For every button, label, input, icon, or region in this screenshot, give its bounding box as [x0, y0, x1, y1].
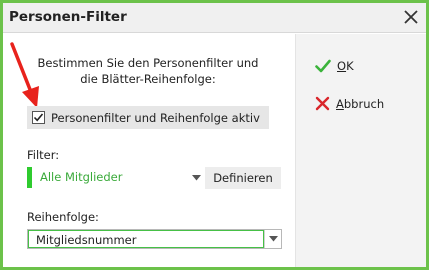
title-bar: Personen-Filter [3, 3, 426, 33]
cross-icon [315, 96, 330, 111]
checkmark-icon [315, 59, 331, 73]
instruction-text: Bestimmen Sie den Personenfilter und die… [33, 55, 263, 87]
define-button[interactable]: Definieren [205, 167, 281, 189]
checkmark-icon [33, 113, 44, 122]
personen-filter-dialog: Personen-Filter Bestimmen Sie den Person… [0, 0, 429, 270]
order-select[interactable]: Mitgliedsnummer [27, 229, 282, 249]
dialog-title: Personen-Filter [9, 9, 127, 25]
active-checkbox-label: Personenfilter und Reihenfolge aktiv [51, 110, 260, 125]
instruction-line-1: Bestimmen Sie den Personenfilter und [37, 56, 259, 70]
active-checkbox[interactable] [32, 111, 45, 124]
chevron-down-icon [268, 236, 278, 242]
main-panel: Bestimmen Sie den Personenfilter und die… [3, 34, 295, 267]
order-label: Reihenfolge: [27, 210, 99, 224]
filter-color-bar [27, 167, 32, 188]
instruction-line-2: die Blätter-Reihenfolge: [80, 72, 216, 86]
ok-label: OK [337, 59, 354, 73]
filter-label: Filter: [27, 148, 60, 162]
close-button[interactable] [400, 6, 422, 28]
close-icon [404, 10, 418, 24]
chevron-down-icon [191, 174, 201, 180]
cancel-button[interactable]: Abbruch [315, 96, 384, 111]
filter-select-value: Alle Mitglieder [40, 170, 123, 184]
filter-select[interactable]: Alle Mitglieder [27, 167, 205, 188]
active-checkbox-row[interactable]: Personenfilter und Reihenfolge aktiv [27, 106, 269, 129]
action-panel: OK Abbruch [295, 34, 426, 267]
order-dropdown-button[interactable] [264, 230, 281, 248]
cancel-label: Abbruch [336, 96, 385, 111]
order-select-value: Mitgliedsnummer [36, 233, 137, 247]
order-select-field: Mitgliedsnummer [28, 230, 264, 248]
ok-button[interactable]: OK [315, 59, 354, 73]
filter-dropdown-button[interactable] [187, 167, 205, 188]
